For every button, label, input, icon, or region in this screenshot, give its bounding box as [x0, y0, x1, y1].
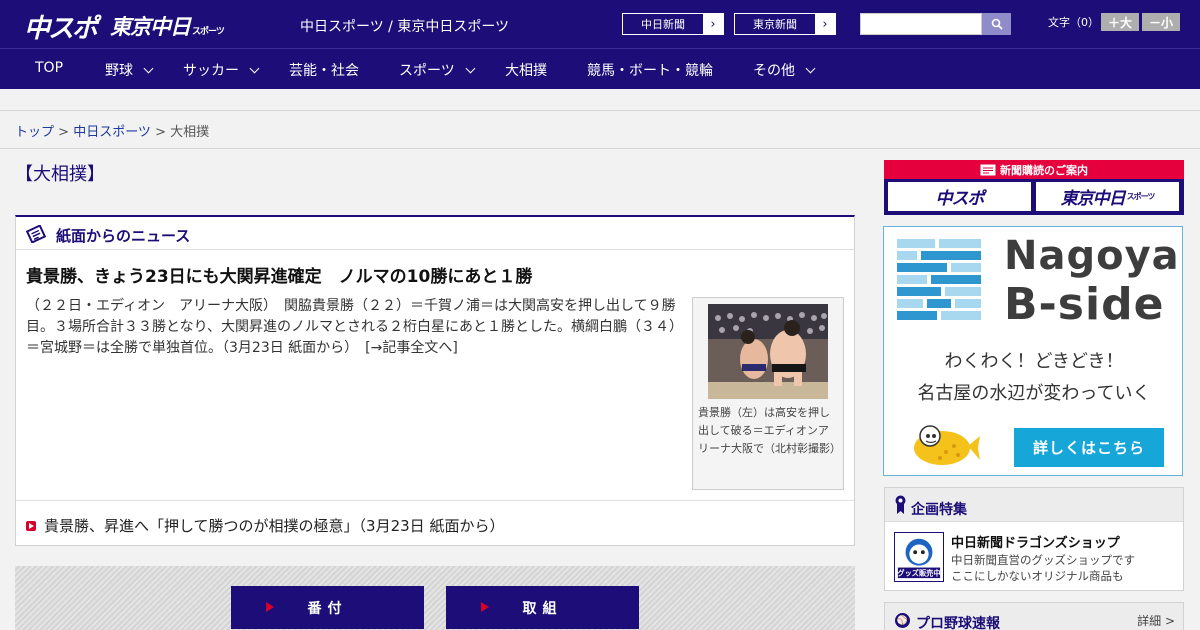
baseball-scores-title: プロ野球速報	[916, 616, 1000, 630]
breadcrumb-home[interactable]: トップ	[15, 125, 54, 140]
chevron-right-icon: ›	[815, 14, 835, 34]
baseball-icon: ⚾	[895, 613, 910, 628]
divider	[16, 500, 854, 501]
nav-label: スポーツ	[399, 63, 455, 79]
subscription-header[interactable]: 新聞購読のご案内	[884, 160, 1184, 179]
search-input[interactable]	[860, 13, 982, 35]
page-title: 【大相撲】	[15, 164, 105, 185]
news-headline[interactable]: 貴景勝、きょう23日にも大関昇進確定 ノルマの10勝にあと１勝	[26, 262, 532, 287]
sub-logo-small: スポーツ	[1126, 192, 1156, 201]
feature-header-label: 企画特集	[911, 502, 967, 518]
chevron-down-icon	[143, 63, 154, 73]
chevron-right-icon: ›	[703, 14, 723, 34]
divider	[0, 148, 1200, 149]
nav-label: 芸能・社会	[289, 63, 359, 79]
chusupo-logo[interactable]: 中スポ	[24, 8, 98, 45]
news-section-label: 紙面からのニュース	[56, 227, 191, 245]
sumo-photo[interactable]	[708, 304, 828, 399]
chunichi-shimbun-link[interactable]: 中日新聞 ›	[622, 13, 724, 35]
chunichi-link-label: 中日新聞	[641, 18, 685, 31]
nav-baseball[interactable]: 野球	[105, 60, 154, 80]
feature-header: 企画特集	[885, 488, 1183, 522]
subscription-box: 新聞購読のご案内 中スポ 東京中日 スポーツ	[884, 160, 1184, 215]
breadcrumb-section[interactable]: 中日スポーツ	[73, 125, 151, 140]
ad-details-button[interactable]: 詳しくはこちら	[1014, 428, 1164, 467]
related-article-title: 貴景勝、昇進へ「押して勝つのが相撲の極意」（3月23日 紙面から）	[44, 517, 505, 535]
sub-logo-text: 東京中日	[1060, 189, 1126, 209]
arrow-right-icon	[26, 520, 36, 531]
nav-top[interactable]: TOP	[35, 60, 63, 76]
related-article-link[interactable]: 貴景勝、昇進へ「押して勝つのが相撲の極意」（3月23日 紙面から）	[26, 515, 504, 536]
ad-tagline-1: わくわく！どきどき！	[944, 351, 1124, 372]
nav-sports[interactable]: スポーツ	[399, 60, 476, 80]
nav-label: 競馬・ボート・競輪	[587, 63, 713, 79]
sumo-buttons-area	[15, 566, 855, 630]
nav-entertainment[interactable]: 芸能・社会	[289, 60, 359, 80]
nav-spacer	[0, 89, 1200, 111]
feature-desc-line: 中日新聞直営のグッズショップです	[951, 553, 1135, 567]
banzuke-label: 番付	[307, 600, 348, 617]
tokyo-link-label: 東京新聞	[753, 18, 797, 31]
nav-label: TOP	[35, 60, 64, 76]
feature-desc-line: ここにしかないオリジナル商品も	[951, 569, 1124, 583]
nav-label: 野球	[105, 63, 133, 79]
dragons-shop-thumbnail[interactable]: グッズ販売中	[894, 532, 944, 582]
chevron-down-icon	[465, 63, 476, 73]
font-size-label: 文字（0）	[1048, 16, 1099, 29]
torikumi-button[interactable]: 取組	[446, 586, 639, 629]
banzuke-button[interactable]: 番付	[231, 586, 424, 629]
photo-caption: 貴景勝（左）は高安を押し出して破る＝エディオンアリーナ大阪で（北村彰撮影）	[698, 406, 841, 455]
search-icon	[991, 18, 1003, 30]
nav-label: その他	[753, 63, 795, 79]
feature-description: 中日新聞直営のグッズショップです ここにしかないオリジナル商品も	[951, 552, 1135, 584]
tokyo-shimbun-link[interactable]: 東京新聞 ›	[734, 13, 836, 35]
news-photo-box: 貴景勝（左）は高安を押し出して破る＝エディオンアリーナ大阪で（北村彰撮影）	[692, 297, 844, 490]
nagoya-bside-ad[interactable]: Nagoya B-side わくわく！どきどき！ 名古屋の水辺が変わっていく 詳…	[883, 226, 1183, 476]
tokyo-chunichi-logo[interactable]: 東京中日 スポーツ	[110, 11, 225, 41]
baseball-scores-box: ⚾ プロ野球速報 詳細 >	[884, 602, 1184, 630]
nav-other[interactable]: その他	[753, 60, 816, 80]
breadcrumb-sep: >	[54, 125, 74, 140]
fried-shrimp-mascot-icon	[914, 425, 980, 465]
ad-title-line1: Nagoya	[1004, 233, 1180, 279]
news-card-header: 紙面からのニュース	[16, 217, 854, 250]
feature-box: 企画特集 グッズ販売中 中日新聞ドラゴンズショップ 中日新聞直営のグッズショップ…	[884, 487, 1184, 591]
font-larger-button[interactable]: ＋大	[1101, 13, 1139, 31]
main-nav: TOP 野球 サッカー 芸能・社会 スポーツ 大相撲 競馬・ボート・競輪 その他	[0, 48, 1200, 89]
breadcrumb: トップ > 中日スポーツ > 大相撲	[15, 121, 209, 140]
tokyo-logo-text: 東京中日	[110, 15, 191, 39]
nav-soccer[interactable]: サッカー	[183, 60, 260, 80]
search-button[interactable]	[982, 13, 1011, 35]
nav-sumo[interactable]: 大相撲	[505, 60, 547, 80]
thumb-label: グッズ販売中	[897, 569, 940, 578]
top-header: 中スポ 東京中日 スポーツ 中日スポーツ / 東京中日スポーツ 中日新聞 › 東京…	[0, 0, 1200, 48]
news-summary[interactable]: （２２日・エディオン アリーナ大阪） 関脇貴景勝（２２）＝千賀ノ浦＝は大関高安を…	[26, 296, 686, 359]
tokyo-logo-small: スポーツ	[192, 27, 225, 37]
nav-racing[interactable]: 競馬・ボート・競輪	[587, 60, 713, 80]
torikumi-label: 取組	[522, 600, 563, 617]
baseball-details-link[interactable]: 詳細 >	[1137, 612, 1175, 629]
subscribe-chusupo[interactable]: 中スポ	[888, 182, 1031, 211]
triangle-right-icon	[266, 602, 274, 612]
site-name: 中日スポーツ / 東京中日スポーツ	[300, 19, 510, 35]
news-card: 紙面からのニュース 貴景勝、きょう23日にも大関昇進確定 ノルマの10勝にあと１…	[15, 215, 855, 546]
breadcrumb-sep: >	[150, 125, 171, 140]
ribbon-icon	[895, 495, 906, 514]
font-smaller-button[interactable]: －小	[1142, 13, 1180, 31]
chevron-down-icon	[249, 63, 260, 73]
chevron-down-icon	[805, 63, 816, 73]
subscription-header-label: 新聞購読のご案内	[1000, 163, 1088, 177]
newspaper-icon	[980, 164, 996, 175]
ad-tagline-2: 名古屋の水辺が変わっていく	[917, 383, 1151, 404]
triangle-right-icon	[481, 602, 489, 612]
subscribe-tokyo-chunichi[interactable]: 東京中日 スポーツ	[1036, 182, 1179, 211]
feature-title[interactable]: 中日新聞ドラゴンズショップ	[951, 532, 1120, 551]
brick-wall-icon	[897, 239, 981, 320]
ad-title-line2: B-side	[1004, 279, 1165, 330]
nav-label: 大相撲	[505, 63, 547, 79]
nav-label: サッカー	[183, 63, 239, 79]
newspaper-icon	[26, 225, 46, 243]
breadcrumb-current: 大相撲	[170, 125, 210, 140]
